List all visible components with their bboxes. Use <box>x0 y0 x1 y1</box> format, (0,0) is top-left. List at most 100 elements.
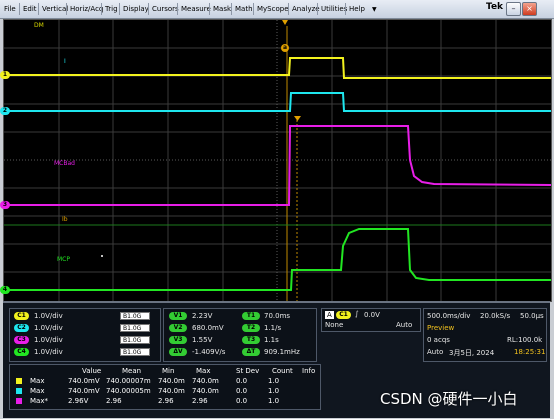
menu-bar: File Edit Vertical Horiz/Acq Trig Displa… <box>0 0 554 19</box>
ch3-badge[interactable]: C3 <box>14 336 29 344</box>
menu-separator <box>148 3 149 15</box>
cursor-b-marker <box>294 116 301 121</box>
ch3-ground-marker[interactable]: 3 <box>0 201 10 209</box>
menu-help[interactable]: Help <box>349 4 365 15</box>
trace-label-mcp: MCP <box>57 256 70 263</box>
acquisition-mode: Auto <box>427 348 444 356</box>
col-stdev: St Dev <box>236 367 260 375</box>
trigger-slope-icon: ∫ <box>355 310 359 318</box>
menu-horiz-acq[interactable]: Horiz/Acq <box>70 4 103 15</box>
row1-label: Max <box>30 377 45 385</box>
trace-label-ib: Ib <box>62 216 68 223</box>
row1-max: 740.0m <box>192 377 219 385</box>
ch3-bandwidth: B1.0G <box>120 336 150 344</box>
row3-label: Max* <box>30 397 48 405</box>
row1-count: 1.0 <box>268 377 280 385</box>
close-icon[interactable]: × <box>522 2 537 16</box>
menu-measure[interactable]: Measure <box>181 4 211 15</box>
t3-value: 1.1s <box>264 336 279 344</box>
row3-max: 2.96 <box>192 397 208 405</box>
row2-value: 740.0mV <box>68 387 100 395</box>
channel-settings-box[interactable]: C1 1.0V/div B1.0G C2 1.0V/div B1.0G C3 1… <box>9 308 161 362</box>
v2-badge: V2 <box>169 324 187 332</box>
record-length: RL:100.0k <box>507 336 543 344</box>
menu-analyze[interactable]: Analyze <box>292 4 320 15</box>
ch2-ground-marker[interactable]: 2 <box>0 107 10 115</box>
trigger-type: None <box>325 321 344 329</box>
cursor-a-label[interactable]: a <box>281 44 289 52</box>
row2-mean: 740.00005m <box>106 387 151 395</box>
row3-value: 2.96V <box>68 397 89 405</box>
date: 3月5日, 2024 <box>449 349 495 357</box>
cursor-readout-box[interactable]: V1 2.23V V2 680.0mV V3 1.55V ΔV -1.409V/… <box>163 308 317 362</box>
col-min: Min <box>162 367 175 375</box>
dv-value: -1.409V/s <box>192 348 226 356</box>
ch4-badge[interactable]: C4 <box>14 348 29 356</box>
trigger-mode-a: A <box>325 311 334 319</box>
menu-cursors[interactable]: Cursors <box>152 4 179 15</box>
help-dropdown-icon[interactable]: ▼ <box>372 4 377 15</box>
preview-status: Preview <box>427 324 455 332</box>
menu-separator <box>345 3 346 15</box>
menu-separator <box>253 3 254 15</box>
csdn-watermark: CSDN @硬件一小白 <box>380 390 518 408</box>
row3-mean: 2.96 <box>106 397 122 405</box>
ch4-ground-marker[interactable]: 4 <box>0 286 10 294</box>
acquisition-count: 0 acqs <box>427 336 450 344</box>
ch1-bandwidth: B1.0G <box>120 312 150 320</box>
trace-label-i: I <box>64 58 66 65</box>
row3-stdev: 0.0 <box>236 397 248 405</box>
trigger-run-mode: Auto <box>396 321 413 329</box>
t3-badge: T3 <box>242 336 260 344</box>
trace-label-mcbad: MCBad <box>54 160 75 167</box>
measurement-table[interactable]: Value Mean Min Max St Dev Count Info Max… <box>9 364 321 410</box>
menu-mask[interactable]: Mask <box>213 4 231 15</box>
menu-separator <box>288 3 289 15</box>
menu-vertical[interactable]: Vertical <box>42 4 68 15</box>
menu-math[interactable]: Math <box>235 4 253 15</box>
menu-edit[interactable]: Edit <box>23 4 37 15</box>
row1-value: 740.0mV <box>68 377 100 385</box>
menu-separator <box>177 3 178 15</box>
ch2-bandwidth: B1.0G <box>120 324 150 332</box>
horizontal-box[interactable]: 500.0ms/div 20.0kS/s 50.0µs Preview 0 ac… <box>423 308 547 362</box>
menu-display[interactable]: Display <box>123 4 149 15</box>
minimize-icon[interactable]: – <box>506 2 521 16</box>
menu-separator <box>19 3 20 15</box>
stray-dot <box>101 255 103 257</box>
ch1-badge[interactable]: C1 <box>14 312 29 320</box>
row1-mean: 740.00007m <box>106 377 151 385</box>
row1-channel-swatch <box>16 378 22 384</box>
col-mean: Mean <box>122 367 142 375</box>
menu-separator <box>66 3 67 15</box>
menu-utilities[interactable]: Utilities <box>321 4 347 15</box>
trigger-box[interactable]: A C1 ∫ 0.0V None Auto <box>321 308 421 332</box>
v1-value: 2.23V <box>192 312 213 320</box>
ch1-ground-marker[interactable]: 1 <box>0 71 10 79</box>
v3-badge: V3 <box>169 336 187 344</box>
ch2-badge[interactable]: C2 <box>14 324 29 332</box>
menu-separator <box>101 3 102 15</box>
t1-badge: T1 <box>242 312 260 320</box>
dt-badge: ΔT <box>242 348 260 356</box>
t2-value: 1.1/s <box>264 324 282 332</box>
trigger-channel: C1 <box>336 311 351 319</box>
ch1-scale: 1.0V/div <box>34 312 63 320</box>
sample-rate: 20.0kS/s <box>480 312 511 320</box>
time: 18:25:31 <box>514 348 546 356</box>
menu-file[interactable]: File <box>4 4 16 15</box>
v1-badge: V1 <box>169 312 187 320</box>
row2-min: 740.0m <box>158 387 185 395</box>
waveform-display[interactable]: DM I MCBad Ib MCP 1 2 3 4 a b <box>0 19 552 302</box>
trigger-position-marker <box>282 20 288 25</box>
ch4-scale: 1.0V/div <box>34 348 63 356</box>
row2-count: 1.0 <box>268 387 280 395</box>
ch4-bandwidth: B1.0G <box>120 348 150 356</box>
dt-value: 909.1mHz <box>264 348 300 356</box>
menu-myscope[interactable]: MyScope <box>257 4 289 15</box>
menu-separator <box>119 3 120 15</box>
dv-badge: ΔV <box>169 348 187 356</box>
ch2-scale: 1.0V/div <box>34 324 63 332</box>
menu-trig[interactable]: Trig <box>105 4 118 15</box>
trigger-level: 0.0V <box>364 311 380 319</box>
